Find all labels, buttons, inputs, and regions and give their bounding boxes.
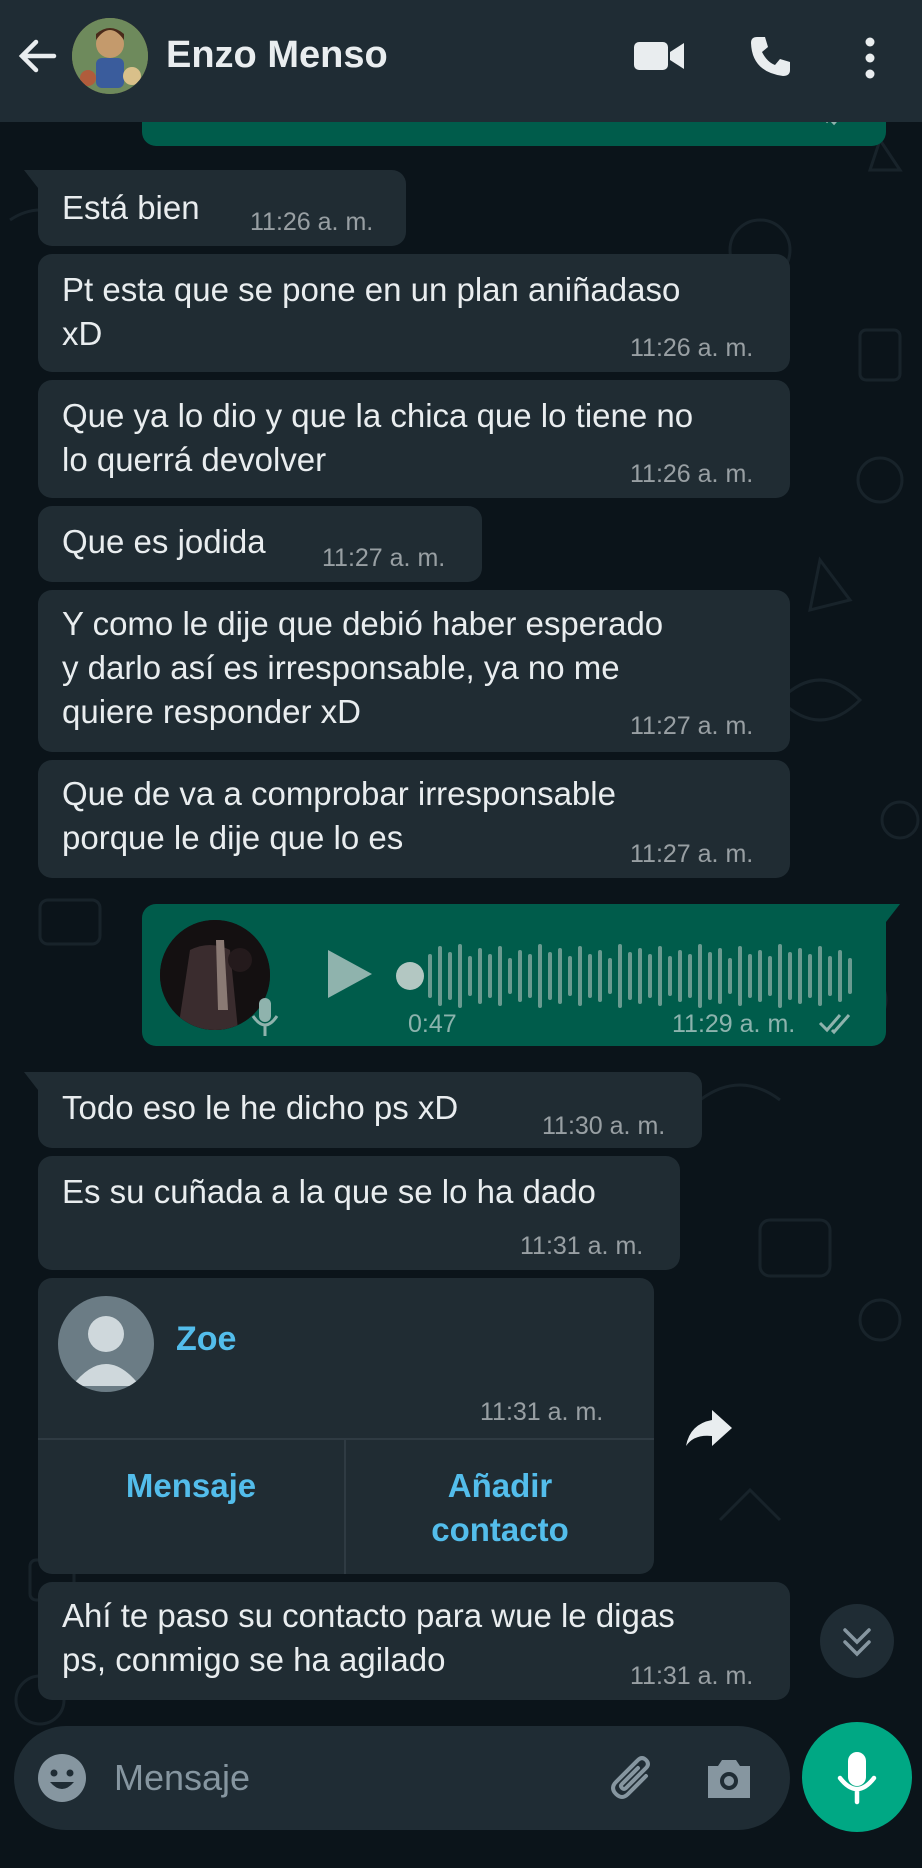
- scroll-to-bottom-button[interactable]: [820, 1604, 894, 1678]
- message-time: 11:27 a. m.: [630, 712, 754, 740]
- message-time: 11:31 a. m.: [630, 1662, 754, 1690]
- double-chevron-down-icon: [843, 1628, 871, 1657]
- more-vertical-icon[interactable]: [852, 34, 888, 82]
- message-text: Pt esta que se pone en un plan aniñadaso…: [62, 271, 681, 352]
- message-text: Que ya lo dio y que la chica que lo tien…: [62, 397, 694, 478]
- bubble-tail: [24, 170, 38, 188]
- message-time: 11:27 a. m.: [322, 544, 446, 572]
- message-time: 11:26 a. m.: [630, 460, 754, 488]
- message-composer: Mensaje: [14, 1726, 790, 1830]
- message-bubble[interactable]: Ahí te paso su contacto para wue le diga…: [38, 1582, 790, 1700]
- voice-duration: 0:47: [408, 1010, 457, 1038]
- bubble-tail: [886, 904, 900, 922]
- contact-card[interactable]: Zoe 11:31 a. m. Mensaje Añadir contacto: [38, 1278, 654, 1574]
- message-bubble[interactable]: Pt esta que se pone en un plan aniñadaso…: [38, 254, 790, 372]
- message-time: 11:31 a. m.: [480, 1398, 604, 1426]
- message-bubble[interactable]: Que de va a comprobar irresponsable porq…: [38, 760, 790, 878]
- chat-header: Enzo Menso: [0, 0, 922, 122]
- play-icon[interactable]: [322, 946, 376, 1002]
- contact-name[interactable]: Enzo Menso: [166, 30, 388, 80]
- message-bubble[interactable]: Es su cuñada a la que se lo ha dado 11:3…: [38, 1156, 680, 1270]
- double-check-icon: [818, 1014, 851, 1035]
- arrow-left-icon[interactable]: [14, 32, 62, 80]
- microphone-icon: [837, 1752, 877, 1805]
- voice-note[interactable]: 0:47 11:29 a. m.: [142, 904, 900, 1046]
- audio-scrubber[interactable]: [396, 962, 424, 990]
- message-time: 11:29 a. m.: [672, 1010, 796, 1038]
- message-bubble[interactable]: Que es jodida 11:27 a. m.: [38, 506, 482, 582]
- message-time: 11:30 a. m.: [542, 1112, 666, 1140]
- camera-icon[interactable]: [704, 1754, 754, 1802]
- message-bubble[interactable]: Que ya lo dio y que la chica que lo tien…: [38, 380, 790, 498]
- share-forward-icon[interactable]: [682, 1402, 734, 1454]
- message-time: 11:31 a. m.: [520, 1232, 644, 1260]
- contact-avatar: [58, 1296, 154, 1392]
- message-text: Es su cuñada a la que se lo ha dado: [62, 1173, 596, 1210]
- video-camera-icon[interactable]: [632, 36, 686, 76]
- message-contact-button[interactable]: Mensaje: [38, 1464, 344, 1508]
- message-bubble[interactable]: Está bien 11:26 a. m.: [24, 170, 406, 246]
- message-text: Que de va a comprobar irresponsable porq…: [62, 775, 616, 856]
- message-bubble[interactable]: Y como le dije que debió haber esperado …: [38, 590, 790, 752]
- phone-icon[interactable]: [748, 34, 792, 78]
- avatar[interactable]: [72, 18, 148, 94]
- voice-record-button[interactable]: [802, 1722, 912, 1832]
- add-contact-button[interactable]: Añadir contacto: [346, 1464, 654, 1552]
- message-text: Está bien: [62, 189, 200, 226]
- message-time: 11:27 a. m.: [630, 840, 754, 868]
- bubble-tail: [24, 1072, 38, 1090]
- message-text: Ahí te paso su contacto para wue le diga…: [62, 1597, 675, 1678]
- divider: [38, 1438, 654, 1440]
- message-time: 11:26 a. m.: [250, 208, 374, 236]
- message-input[interactable]: Mensaje: [114, 1756, 250, 1800]
- message-text: Todo eso le he dicho ps xD: [62, 1089, 459, 1126]
- message-bubble[interactable]: Todo eso le he dicho ps xD 11:30 a. m.: [24, 1072, 702, 1148]
- message-time: 11:26 a. m.: [630, 334, 754, 362]
- microphone-icon: [251, 998, 279, 1036]
- emoji-icon[interactable]: [36, 1752, 88, 1804]
- contact-name[interactable]: Zoe: [176, 1320, 236, 1359]
- message-text: Que es jodida: [62, 523, 266, 560]
- message-text: Y como le dije que debió haber esperado …: [62, 605, 664, 730]
- paperclip-icon[interactable]: [602, 1750, 658, 1806]
- audio-waveform[interactable]: [424, 934, 864, 1018]
